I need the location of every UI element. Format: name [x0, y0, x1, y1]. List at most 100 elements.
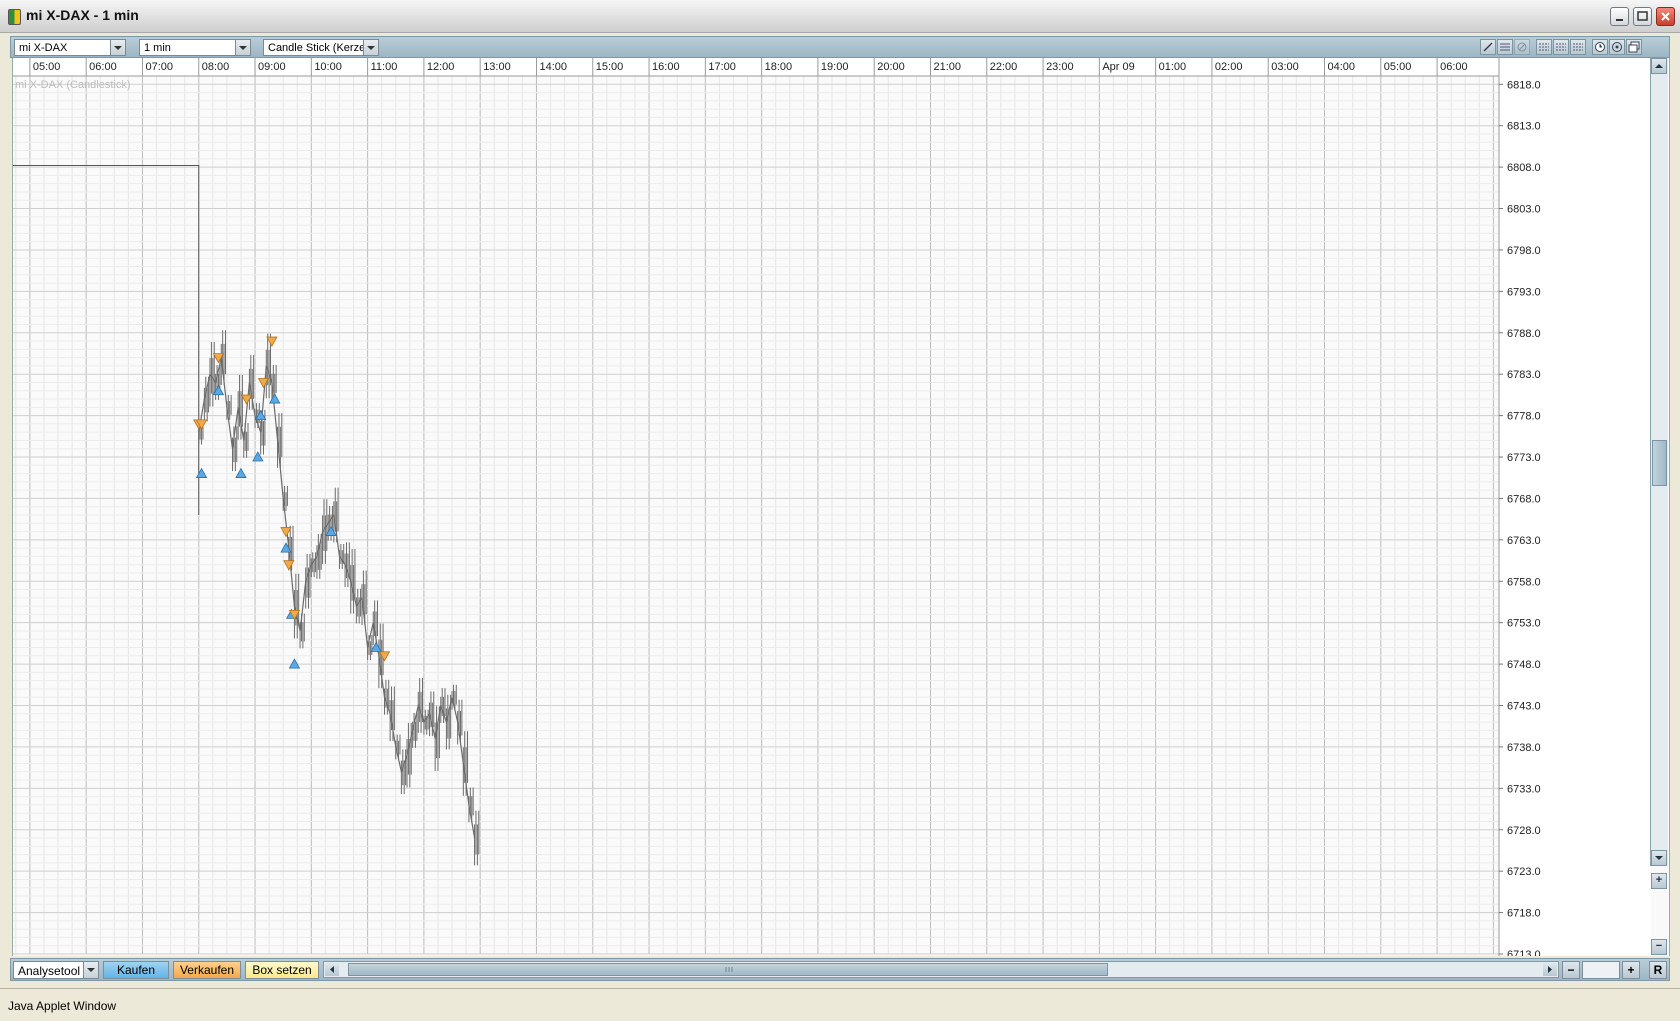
price-axis-label: 6803.0: [1507, 204, 1541, 216]
time-axis-label: 04:00: [1328, 61, 1356, 73]
maximize-button[interactable]: [1633, 7, 1652, 26]
time-axis-label: 03:00: [1271, 61, 1299, 73]
clock-icon: [1595, 42, 1605, 52]
grid-tool-button-2[interactable]: [1553, 39, 1569, 55]
price-axis-label: 6748.0: [1507, 659, 1541, 671]
minimize-button[interactable]: [1610, 7, 1629, 26]
time-axis-label: Apr 09: [1102, 61, 1134, 73]
grid-tool-button-3[interactable]: [1570, 39, 1586, 55]
time-axis-label: 12:00: [427, 61, 455, 73]
time-axis-label: 06:00: [1440, 61, 1468, 73]
scroll-left-button[interactable]: [325, 963, 339, 976]
set-box-button[interactable]: Box setzen: [245, 961, 319, 979]
close-button[interactable]: [1656, 7, 1675, 26]
chevron-down-icon[interactable]: [235, 40, 250, 55]
window-title: mi X-DAX - 1 min: [26, 7, 139, 23]
time-axis-label: 22:00: [990, 61, 1018, 73]
scroll-up-button[interactable]: [1651, 58, 1667, 74]
time-axis-label: 17:00: [708, 61, 736, 73]
price-axis-label: 6728.0: [1507, 825, 1541, 837]
price-axis-label: 6713.0: [1507, 949, 1541, 956]
price-axis-label: 6753.0: [1507, 618, 1541, 630]
grid-icon: [1573, 43, 1583, 51]
arrow-left-icon: [330, 966, 334, 973]
chevron-down-icon[interactable]: [83, 962, 98, 978]
zoom-in-button[interactable]: +: [1622, 961, 1640, 979]
time-axis-label: 09:00: [258, 61, 286, 73]
price-axis-label: 6718.0: [1507, 908, 1541, 920]
analysis-tool-value: Analysetool: [18, 964, 81, 978]
price-axis-label: 6733.0: [1507, 783, 1541, 795]
detach-window-button[interactable]: [1626, 39, 1642, 55]
price-axis-label: 6758.0: [1507, 576, 1541, 588]
analysis-tool-select[interactable]: Analysetool: [13, 961, 99, 979]
status-bar: Java Applet Window: [0, 988, 1680, 1021]
price-axis-label: 6798.0: [1507, 245, 1541, 257]
price-axis-label: 6778.0: [1507, 411, 1541, 423]
time-axis-label: 18:00: [765, 61, 793, 73]
chart-style-value: Candle Stick (Kerzen: [268, 42, 364, 54]
clock-button[interactable]: [1592, 39, 1608, 55]
title-bar: mi X-DAX - 1 min: [0, 0, 1680, 33]
settings-button[interactable]: [1609, 39, 1625, 55]
gear-icon: [1612, 42, 1622, 52]
pencil-icon: [1483, 42, 1493, 52]
price-axis-label: 6818.0: [1507, 79, 1541, 91]
time-axis-label: 02:00: [1215, 61, 1243, 73]
vertical-zoom-out-button[interactable]: −: [1651, 939, 1667, 955]
interval-select[interactable]: 1 min: [139, 39, 251, 56]
price-axis-label: 6808.0: [1507, 162, 1541, 174]
horizontal-lines-tool-button[interactable]: [1497, 39, 1513, 55]
price-axis-band: [1499, 58, 1651, 956]
vertical-zoom-in-button[interactable]: +: [1651, 873, 1667, 889]
chart-toolbar: mi X-DAX 1 min Candle Stick (Kerzen: [10, 36, 1670, 58]
chart-style-select[interactable]: Candle Stick (Kerzen: [263, 39, 379, 56]
draw-line-tool-button[interactable]: [1480, 39, 1496, 55]
time-axis-label: 14:00: [539, 61, 567, 73]
maximize-icon: [1637, 11, 1648, 21]
time-axis-label: 19:00: [821, 61, 849, 73]
chevron-down-icon[interactable]: [363, 40, 378, 55]
buy-button[interactable]: Kaufen: [103, 961, 169, 979]
zoom-level-field[interactable]: [1582, 961, 1620, 979]
grid-icon: [1539, 43, 1549, 51]
time-axis-label: 05:00: [33, 61, 61, 73]
price-axis-label: 6783.0: [1507, 369, 1541, 381]
price-axis-label: 6773.0: [1507, 452, 1541, 464]
zoom-out-button[interactable]: −: [1562, 961, 1580, 979]
time-axis-label: 15:00: [596, 61, 624, 73]
time-axis-label: 08:00: [202, 61, 230, 73]
close-icon: [1661, 12, 1670, 21]
scroll-right-button[interactable]: [1543, 963, 1557, 976]
grid-icon: [1556, 43, 1566, 51]
arrow-up-icon: [1655, 64, 1663, 68]
price-axis-label: 6813.0: [1507, 121, 1541, 133]
time-axis-label: 20:00: [877, 61, 905, 73]
series-label: mi X-DAX (Candlestick): [15, 79, 131, 91]
scroll-down-button[interactable]: [1651, 850, 1667, 866]
instrument-select[interactable]: mi X-DAX: [14, 39, 126, 56]
horizontal-scrollbar[interactable]: [323, 961, 1559, 978]
sell-button[interactable]: Verkaufen: [173, 961, 241, 979]
time-axis-label: 13:00: [483, 61, 511, 73]
vertical-scrollbar[interactable]: [1650, 58, 1668, 866]
grid-tool-button-1[interactable]: [1536, 39, 1552, 55]
horizontal-scroll-thumb[interactable]: [348, 963, 1108, 976]
price-axis-label: 6768.0: [1507, 493, 1541, 505]
price-axis-label: 6738.0: [1507, 742, 1541, 754]
app-icon: [8, 9, 21, 25]
vertical-scroll-thumb[interactable]: [1652, 440, 1667, 486]
no-icon: [1517, 42, 1527, 52]
lines-icon: [1500, 43, 1510, 51]
reset-zoom-button[interactable]: R: [1649, 961, 1667, 979]
price-chart[interactable]: 05:00 06:00 07:00 08:00 09:00 10:00 11:00 12:00…: [13, 58, 1651, 956]
price-axis-label: 6788.0: [1507, 328, 1541, 340]
delete-tool-button[interactable]: [1514, 39, 1530, 55]
chart-area[interactable]: 05:00 06:00 07:00 08:00 09:00 10:00 11:00 12:00…: [12, 58, 1670, 956]
time-axis-label: 07:00: [145, 61, 173, 73]
grip-icon: [725, 967, 733, 972]
price-axis-label: 6763.0: [1507, 535, 1541, 547]
time-axis-label: 10:00: [314, 61, 342, 73]
chevron-down-icon[interactable]: [110, 40, 125, 55]
status-text: Java Applet Window: [8, 999, 117, 1013]
